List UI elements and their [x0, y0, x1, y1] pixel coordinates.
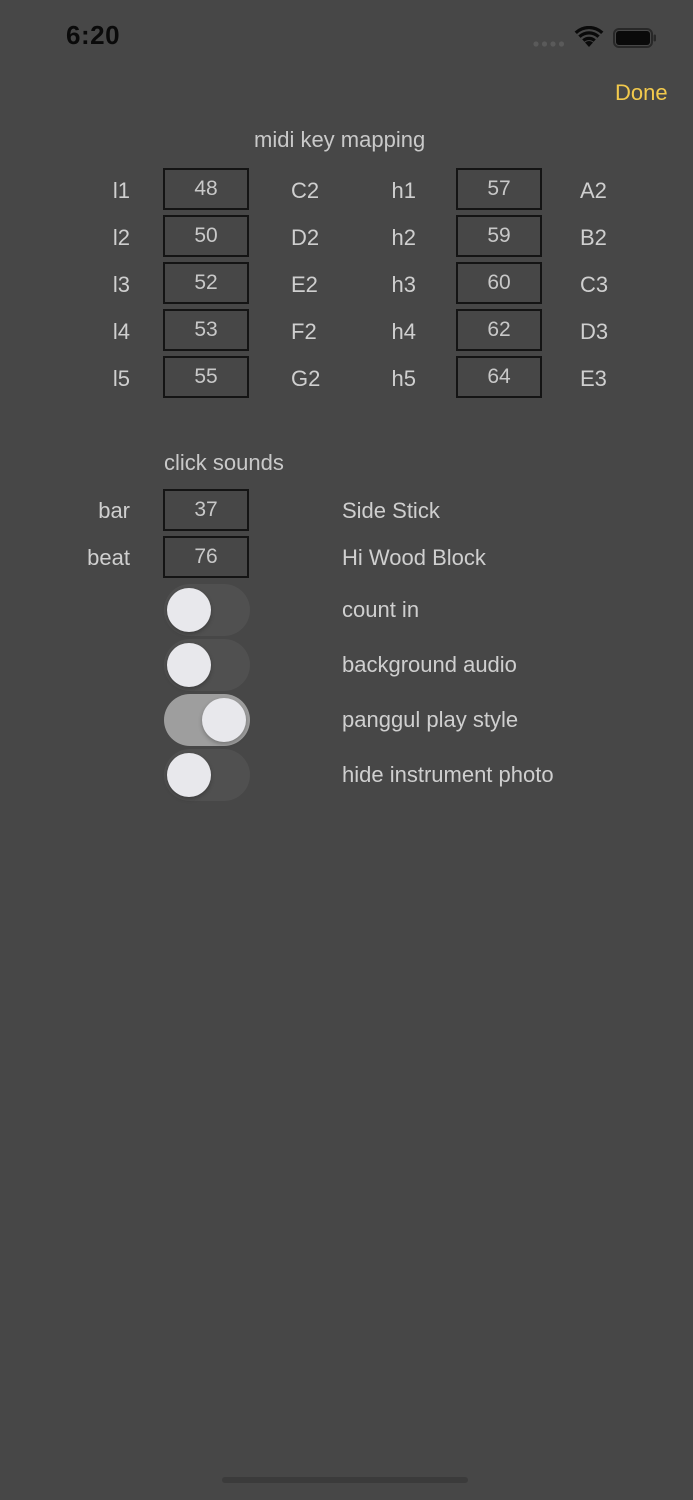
click-beat-input[interactable] — [163, 536, 249, 578]
low-key-input-l5[interactable] — [163, 356, 249, 398]
background-audio-label: background audio — [342, 652, 517, 677]
high-key-input-h4[interactable] — [456, 309, 542, 351]
click-beat-sound-name: Hi Wood Block — [342, 545, 486, 570]
battery-icon — [613, 28, 656, 48]
high-key-label-h2: h2 — [391, 225, 416, 250]
high-key-note-h1: A2 — [580, 178, 607, 203]
high-key-note-h3: C3 — [580, 272, 609, 297]
low-key-input-l1[interactable] — [163, 168, 249, 210]
hide-instrument-photo-label: hide instrument photo — [342, 762, 554, 787]
click-beat-label: beat — [87, 545, 130, 570]
low-key-note-l2: D2 — [291, 225, 320, 250]
midi-mapping-title: midi key mapping — [254, 127, 426, 152]
count-in-toggle[interactable] — [164, 584, 250, 636]
low-key-label-l2: l2 — [112, 225, 130, 250]
done-button[interactable]: Done — [615, 80, 668, 106]
low-key-input-l4[interactable] — [163, 309, 249, 351]
click-bar-label: bar — [98, 498, 130, 523]
toggle-knob — [202, 698, 246, 742]
click-bar-sound-name: Side Stick — [342, 498, 440, 523]
status-time: 6:20 — [66, 20, 121, 50]
high-key-label-h1: h1 — [391, 178, 416, 203]
click-bar-input[interactable] — [163, 489, 249, 531]
count-in-label: count in — [342, 597, 420, 622]
low-key-note-l3: E2 — [291, 272, 318, 297]
high-key-label-h4: h4 — [391, 319, 416, 344]
wifi-icon — [574, 26, 604, 47]
low-key-label-l5: l5 — [112, 366, 130, 391]
home-indicator[interactable] — [222, 1477, 468, 1483]
toggle-knob — [167, 753, 211, 797]
panggul-play-style-label: panggul play style — [342, 707, 519, 732]
low-key-label-l1: l1 — [112, 178, 130, 203]
high-key-label-h3: h3 — [391, 272, 416, 297]
toggle-knob — [167, 588, 211, 632]
toggle-knob — [167, 643, 211, 687]
cellular-signal-icon — [533, 41, 565, 47]
low-key-input-l2[interactable] — [163, 215, 249, 257]
high-key-note-h5: E3 — [580, 366, 607, 391]
high-key-input-h1[interactable] — [456, 168, 542, 210]
high-key-note-h2: B2 — [580, 225, 607, 250]
high-key-input-h2[interactable] — [456, 215, 542, 257]
background-audio-toggle[interactable] — [164, 639, 250, 691]
low-key-label-l3: l3 — [112, 272, 130, 297]
low-key-note-l4: F2 — [291, 319, 317, 344]
hide-instrument-photo-toggle[interactable] — [164, 749, 250, 801]
low-key-note-l5: G2 — [291, 366, 321, 391]
high-key-input-h3[interactable] — [456, 262, 542, 304]
panggul-play-style-toggle[interactable] — [164, 694, 250, 746]
high-key-label-h5: h5 — [391, 366, 416, 391]
low-key-label-l4: l4 — [112, 319, 130, 344]
high-key-note-h4: D3 — [580, 319, 609, 344]
low-key-note-l1: C2 — [291, 178, 320, 203]
click-sounds-title: click sounds — [164, 450, 284, 475]
low-key-input-l3[interactable] — [163, 262, 249, 304]
high-key-input-h5[interactable] — [456, 356, 542, 398]
